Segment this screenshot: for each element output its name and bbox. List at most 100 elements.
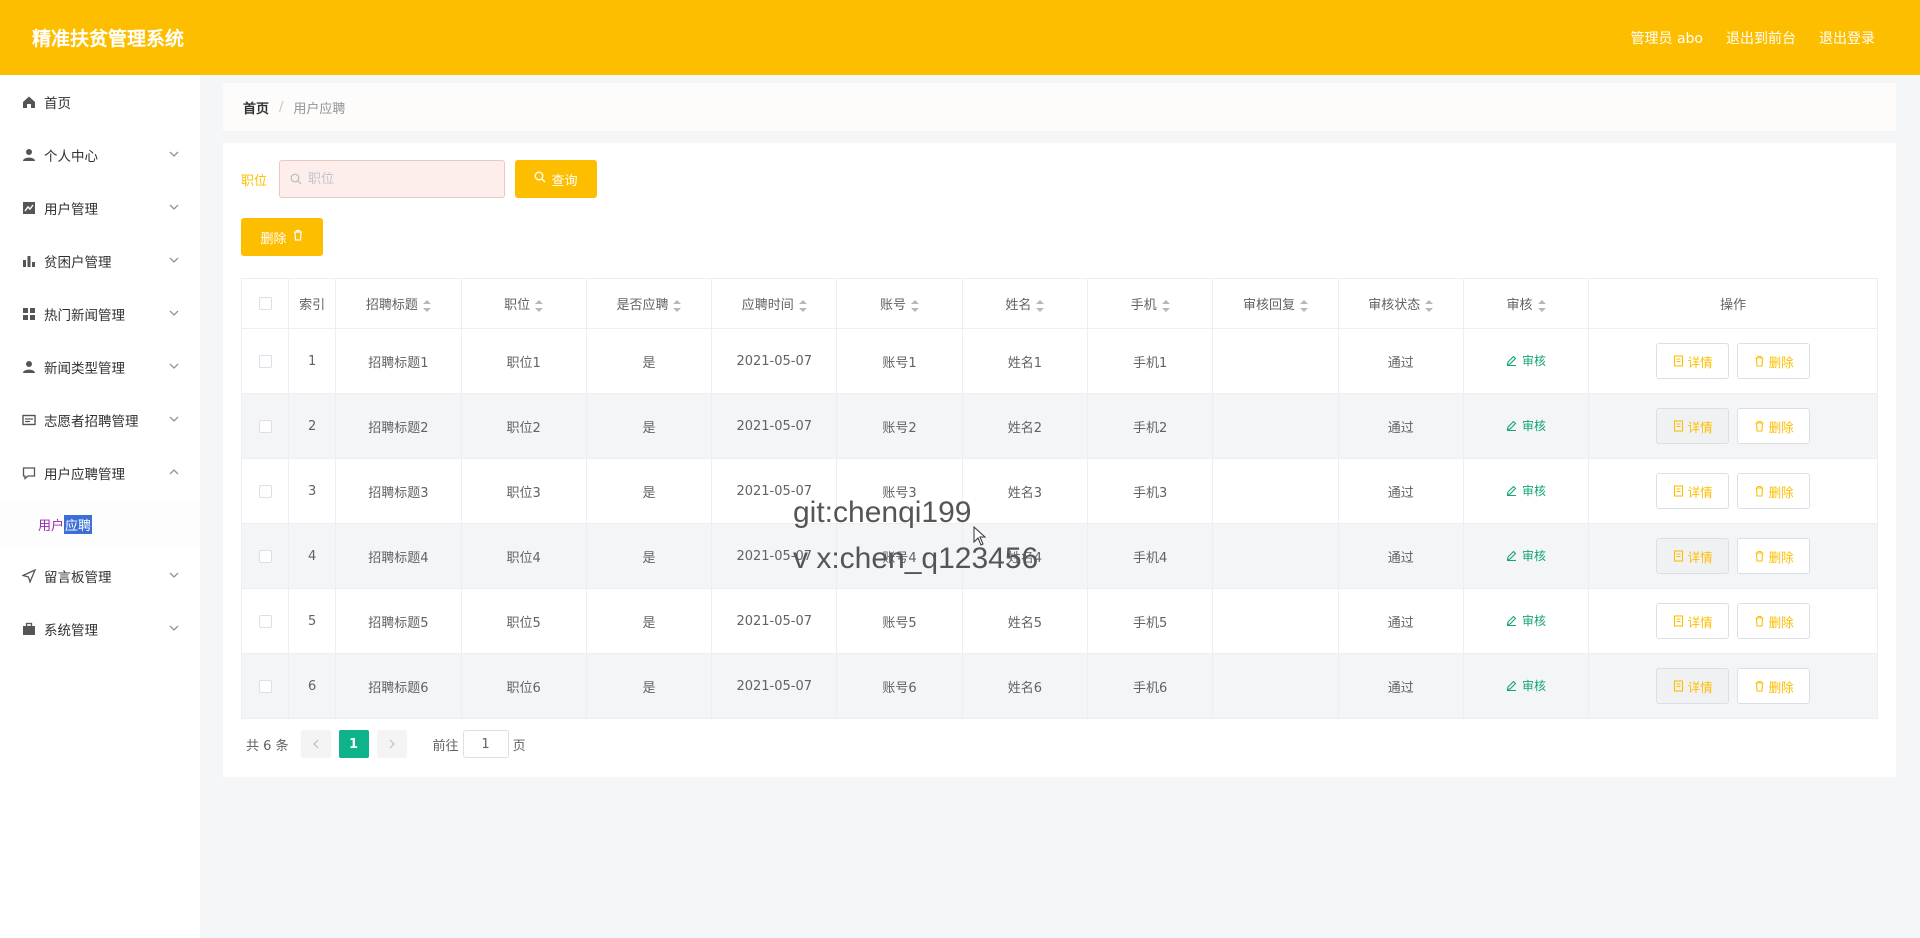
sort-icon[interactable]: [535, 299, 544, 312]
row-checkbox[interactable]: [258, 679, 272, 693]
trash-icon: [1755, 355, 1764, 367]
sidebar-item-hot-news[interactable]: 热门新闻管理: [0, 287, 200, 340]
logout-link[interactable]: 退出登录: [1819, 28, 1875, 48]
card-icon: [22, 413, 36, 427]
page-number-current[interactable]: 1: [338, 730, 369, 758]
sidebar-item-poor-households[interactable]: 贫困户管理: [0, 234, 200, 287]
document-icon: [1673, 680, 1683, 692]
column-header-index: 索引: [288, 278, 337, 329]
query-button[interactable]: 查询: [515, 160, 597, 198]
row-checkbox[interactable]: [258, 419, 272, 433]
cell-applied: 是: [585, 328, 713, 394]
cell-audit: 审核: [1462, 393, 1590, 459]
goto-page-input[interactable]: [462, 730, 509, 758]
row-select-cell: [240, 328, 290, 394]
delete-button[interactable]: 删除: [1737, 603, 1811, 639]
sidebar-item-message-board[interactable]: 留言板管理: [0, 549, 200, 602]
column-header-title[interactable]: 招聘标题: [335, 278, 462, 329]
detail-button-label: 详情: [1687, 679, 1713, 695]
next-page-button[interactable]: [376, 730, 407, 758]
cell-phone: 手机5: [1086, 588, 1214, 654]
detail-button[interactable]: 详情: [1656, 603, 1730, 639]
row-checkbox[interactable]: [258, 614, 272, 628]
column-header-applied[interactable]: 是否应聘: [585, 278, 713, 329]
cell-phone: 手机3: [1086, 458, 1214, 524]
audit-link[interactable]: 审核: [1506, 677, 1546, 694]
audit-link[interactable]: 审核: [1506, 352, 1546, 369]
detail-button[interactable]: 详情: [1656, 408, 1730, 444]
chevron-down-icon: [168, 569, 180, 581]
sidebar-item-personal[interactable]: 个人中心: [0, 128, 200, 181]
app-title: 精准扶贫管理系统: [32, 28, 185, 50]
delete-button-label: 删除: [1768, 614, 1794, 630]
column-header-position[interactable]: 职位: [460, 278, 587, 329]
delete-button[interactable]: 删除: [1737, 408, 1811, 444]
delete-button-label: 删除: [1768, 419, 1794, 435]
detail-button-label: 详情: [1687, 354, 1713, 370]
audit-link[interactable]: 审核: [1506, 547, 1546, 564]
detail-button[interactable]: 详情: [1656, 343, 1730, 379]
delete-button[interactable]: 删除: [1737, 473, 1811, 509]
sort-icon[interactable]: [422, 299, 431, 312]
column-header-time[interactable]: 应聘时间: [711, 278, 838, 329]
column-header-reply[interactable]: 审核回复: [1212, 278, 1339, 329]
audit-link[interactable]: 审核: [1506, 482, 1546, 499]
cell-status: 通过: [1337, 328, 1464, 394]
audit-link[interactable]: 审核: [1506, 612, 1546, 629]
detail-button[interactable]: 详情: [1656, 668, 1730, 704]
chevron-down-icon: [168, 254, 180, 266]
sort-icon[interactable]: [1537, 299, 1546, 312]
column-header-label: 招聘标题: [365, 298, 418, 313]
row-checkbox[interactable]: [258, 549, 272, 563]
detail-button[interactable]: 详情: [1656, 473, 1730, 509]
breadcrumb-home[interactable]: 首页: [243, 98, 269, 117]
position-search-field[interactable]: [279, 160, 505, 198]
sidebar-subitem-user-application[interactable]: 用户 应聘: [0, 499, 200, 549]
sort-icon[interactable]: [1299, 299, 1308, 312]
edit-icon: [1506, 615, 1517, 626]
prev-page-button[interactable]: [300, 730, 331, 758]
sort-icon[interactable]: [673, 299, 682, 312]
sidebar-item-label: 系统管理: [44, 622, 98, 639]
page-unit-label: 页: [512, 738, 526, 754]
sort-icon[interactable]: [1161, 299, 1170, 312]
chevron-down-icon: [168, 201, 180, 213]
audit-link-label: 审核: [1522, 484, 1547, 498]
column-header-name[interactable]: 姓名: [961, 278, 1089, 329]
row-checkbox[interactable]: [258, 354, 272, 368]
delete-button[interactable]: 删除: [1737, 668, 1811, 704]
goto-label: 前往: [432, 738, 459, 754]
delete-button[interactable]: 删除: [1737, 538, 1811, 574]
sidebar-item-news-types[interactable]: 新闻类型管理: [0, 340, 200, 393]
sort-icon[interactable]: [1036, 299, 1045, 312]
cell-position: 职位3: [460, 458, 587, 524]
cell-title: 招聘标题4: [335, 523, 462, 589]
sidebar-item-user-application[interactable]: 用户应聘管理: [0, 446, 200, 499]
column-header-audit[interactable]: 审核: [1462, 278, 1590, 329]
sidebar-item-users[interactable]: 用户管理: [0, 181, 200, 234]
select-all-checkbox[interactable]: [258, 297, 272, 310]
sidebar-item-label: 热门新闻管理: [44, 307, 125, 324]
delete-button[interactable]: 删除: [1737, 343, 1811, 379]
position-search-input[interactable]: [308, 171, 488, 187]
sidebar-item-system[interactable]: 系统管理: [0, 602, 200, 655]
column-header-status[interactable]: 审核状态: [1337, 278, 1464, 329]
to-front-link[interactable]: 退出到前台: [1726, 28, 1796, 48]
column-header-phone[interactable]: 手机: [1086, 278, 1214, 329]
sidebar-item-home[interactable]: 首页: [0, 75, 200, 128]
row-select-cell: [240, 653, 290, 719]
detail-button[interactable]: 详情: [1656, 538, 1730, 574]
chart-icon: [22, 201, 36, 215]
sidebar-item-volunteer-recruit[interactable]: 志愿者招聘管理: [0, 393, 200, 446]
sort-icon[interactable]: [1425, 299, 1434, 312]
sort-icon[interactable]: [798, 299, 807, 312]
row-checkbox[interactable]: [258, 484, 272, 498]
column-header-account[interactable]: 账号: [836, 278, 963, 329]
user-icon: [22, 360, 36, 374]
message-icon: [22, 466, 36, 480]
sort-icon[interactable]: [911, 299, 920, 312]
batch-delete-button[interactable]: 删除: [241, 218, 323, 256]
cell-account: 账号4: [836, 523, 963, 589]
cell-actions: 详情 删除: [1588, 523, 1878, 589]
audit-link[interactable]: 审核: [1506, 417, 1546, 434]
